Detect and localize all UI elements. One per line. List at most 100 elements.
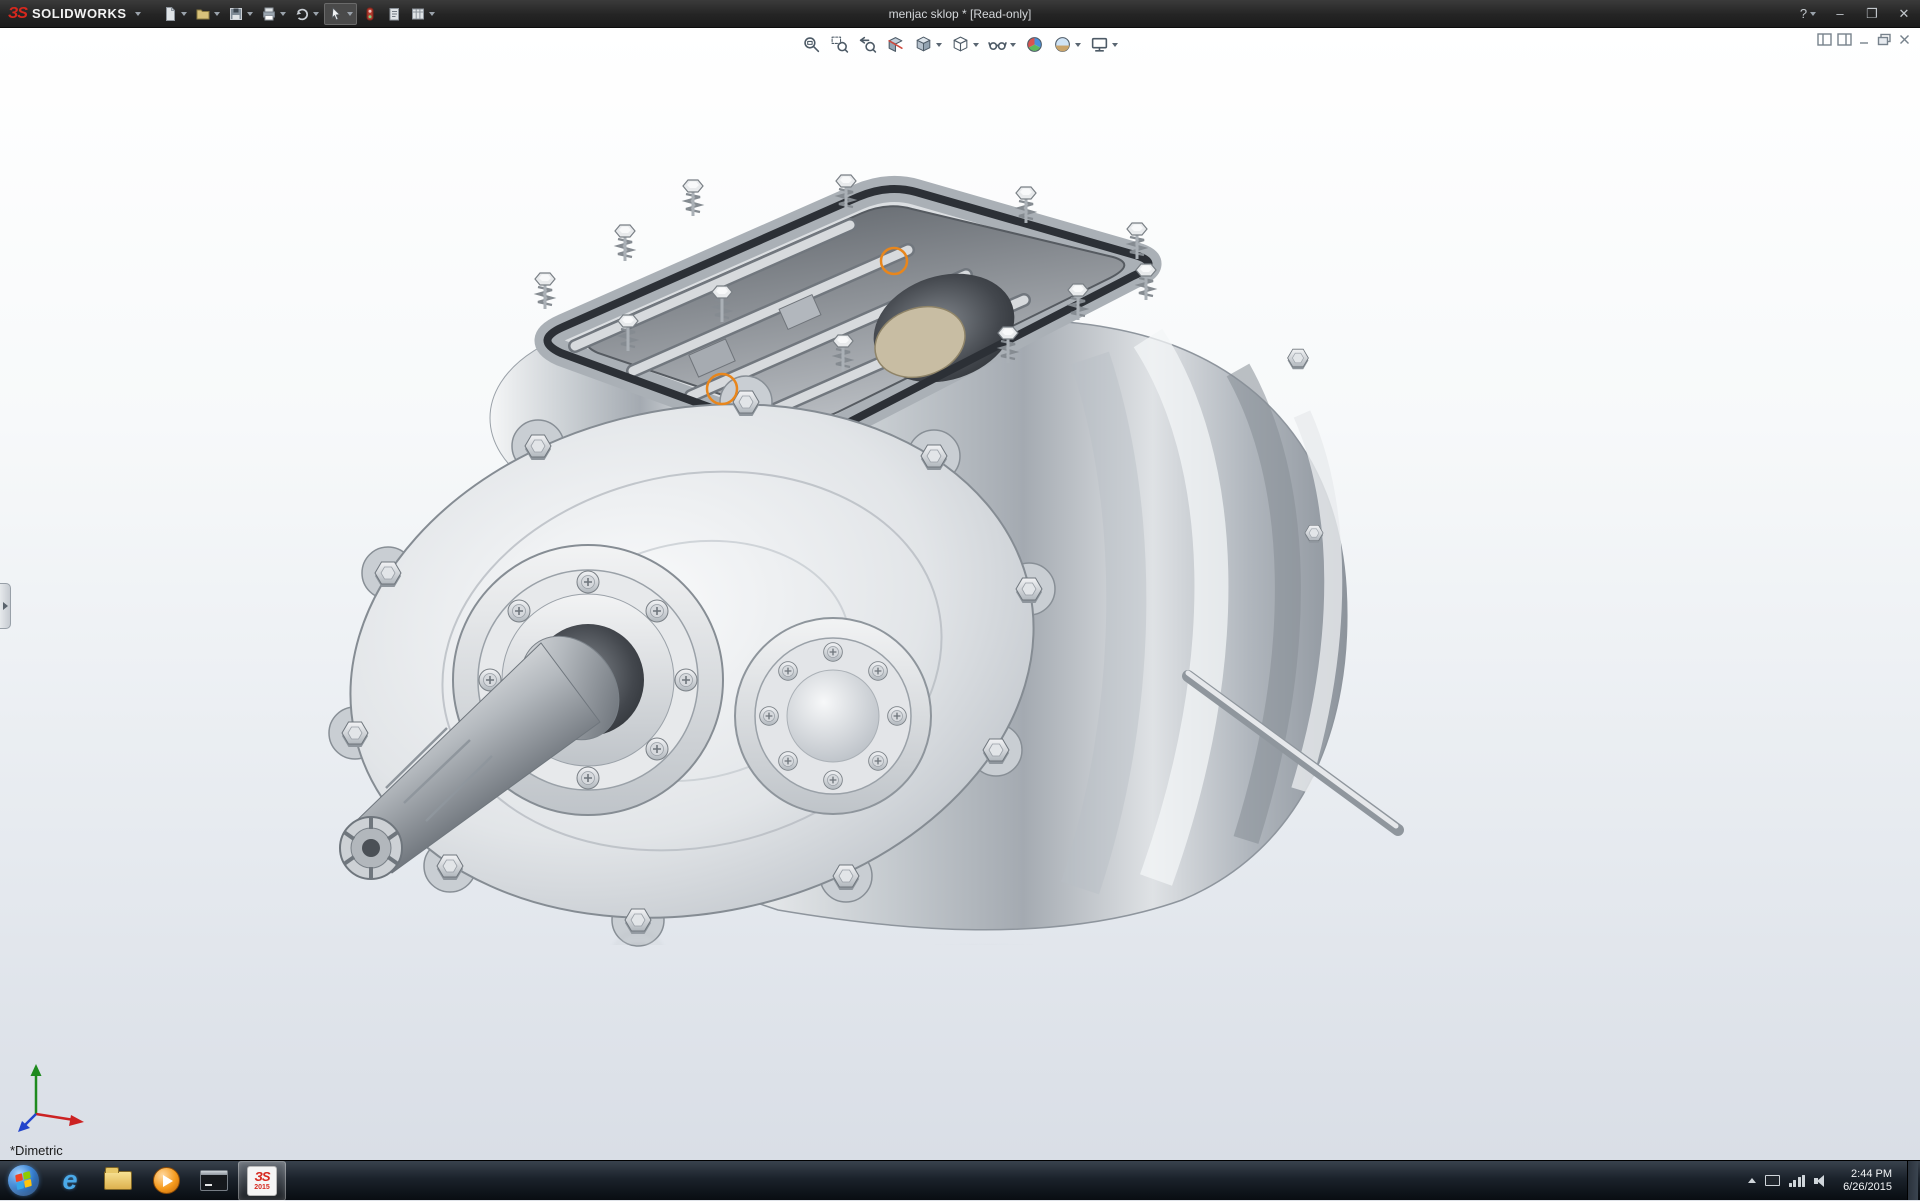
quick-access-toolbar xyxy=(153,3,438,25)
dropdown-caret-icon xyxy=(936,43,942,47)
heads-up-view-toolbar xyxy=(799,33,1121,56)
new-document-icon xyxy=(162,6,178,22)
internet-explorer-icon: e xyxy=(62,1167,77,1194)
restore-glyph: ❐ xyxy=(1866,6,1878,22)
apply-scene-button[interactable] xyxy=(1050,33,1084,56)
show-hidden-icons-button[interactable] xyxy=(1748,1178,1756,1183)
close-glyph: ✕ xyxy=(1899,6,1910,22)
split-pane-right-icon xyxy=(1837,33,1852,46)
dropdown-caret-icon xyxy=(347,12,353,16)
taskbar-file-explorer[interactable] xyxy=(94,1161,142,1201)
view-settings-button[interactable] xyxy=(1087,33,1121,56)
media-player-icon xyxy=(153,1167,180,1194)
taskbar-command-prompt[interactable] xyxy=(190,1161,238,1201)
graphics-area[interactable]: *Dimetric xyxy=(0,28,1920,1160)
help-button[interactable]: ? xyxy=(1792,0,1824,27)
feature-manager-collapsed-tab[interactable] xyxy=(0,583,11,629)
app-name: SOLIDWORKS xyxy=(32,6,127,21)
dropdown-caret-icon xyxy=(214,12,220,16)
display-style-button[interactable] xyxy=(948,33,982,56)
document-window-controls xyxy=(1817,33,1912,51)
minimize-icon xyxy=(1857,33,1872,46)
orientation-triad xyxy=(14,1056,94,1136)
start-button[interactable] xyxy=(0,1161,46,1201)
minimize-document-button[interactable] xyxy=(1857,33,1872,51)
close-document-button[interactable] xyxy=(1897,33,1912,51)
solidworks-version-badge: 2015 xyxy=(254,1184,270,1191)
dropdown-caret-icon xyxy=(973,43,979,47)
close-button[interactable]: ✕ xyxy=(1888,0,1920,27)
appearance-ball-icon xyxy=(1025,35,1044,54)
dropdown-caret-icon xyxy=(1810,12,1816,16)
display-style-cube-icon xyxy=(951,35,970,54)
hide-show-items-button[interactable] xyxy=(985,33,1019,56)
dropdown-caret-icon xyxy=(429,12,435,16)
restore-icon xyxy=(1877,33,1892,46)
select-cursor-icon xyxy=(328,6,344,22)
taskbar-internet-explorer[interactable]: e xyxy=(46,1161,94,1201)
document-title: menjac sklop * [Read-only] xyxy=(889,0,1032,28)
menu-caret-icon xyxy=(135,12,141,16)
eyeglasses-icon xyxy=(988,35,1007,54)
rebuild-button[interactable] xyxy=(359,4,381,24)
minimize-button[interactable]: – xyxy=(1824,0,1856,27)
section-view-button[interactable] xyxy=(883,33,908,56)
file-properties-button[interactable] xyxy=(383,4,405,24)
open-folder-icon xyxy=(195,6,211,22)
close-icon xyxy=(1897,33,1912,46)
taskbar: e ЗS 2015 2:44 PM 6/26/2015 xyxy=(0,1160,1920,1200)
scene-sphere-icon xyxy=(1053,35,1072,54)
solidworks-menu-button[interactable]: ЗS SOLIDWORKS xyxy=(0,0,153,27)
edit-appearance-button[interactable] xyxy=(1022,33,1047,56)
gearbox-3d-model-canvas[interactable] xyxy=(0,28,1920,1160)
title-bar: ЗS SOLIDWORKS xyxy=(0,0,1920,28)
dropdown-caret-icon xyxy=(313,12,319,16)
output-cover-boss[interactable] xyxy=(735,618,931,814)
undo-button[interactable] xyxy=(291,4,322,24)
window-controls: ? – ❐ ✕ xyxy=(1792,0,1920,27)
save-button[interactable] xyxy=(225,4,256,24)
split-pane-left-icon xyxy=(1817,33,1832,46)
save-icon xyxy=(228,6,244,22)
display-tray-icon[interactable] xyxy=(1765,1175,1780,1186)
command-prompt-icon xyxy=(200,1170,228,1191)
taskbar-clock[interactable]: 2:44 PM 6/26/2015 xyxy=(1837,1168,1898,1194)
solidworks-app-icon: ЗS 2015 xyxy=(247,1166,277,1196)
taskbar-media-player[interactable] xyxy=(142,1161,190,1201)
solidworks-logo-glyph: ЗS xyxy=(254,1170,269,1183)
tile-panes-right-button[interactable] xyxy=(1837,33,1852,51)
print-icon xyxy=(261,6,277,22)
options-button[interactable] xyxy=(407,4,438,24)
system-tray: 2:44 PM 6/26/2015 xyxy=(1748,1161,1920,1200)
previous-view-button[interactable] xyxy=(855,33,880,56)
zoom-to-fit-button[interactable] xyxy=(799,33,824,56)
monitor-icon xyxy=(1090,35,1109,54)
zoom-to-fit-icon xyxy=(802,35,821,54)
volume-tray-icon[interactable] xyxy=(1814,1175,1828,1187)
network-tray-icon[interactable] xyxy=(1789,1175,1806,1187)
clock-date: 6/26/2015 xyxy=(1843,1181,1892,1194)
dropdown-caret-icon xyxy=(247,12,253,16)
undo-icon xyxy=(294,6,310,22)
minimize-glyph: – xyxy=(1836,6,1843,21)
print-button[interactable] xyxy=(258,4,289,24)
select-tool-button[interactable] xyxy=(324,3,357,25)
taskbar-solidworks-2015[interactable]: ЗS 2015 xyxy=(238,1161,286,1201)
zoom-to-area-button[interactable] xyxy=(827,33,852,56)
clock-time: 2:44 PM xyxy=(1843,1168,1892,1181)
rebuild-icon xyxy=(362,6,378,22)
dropdown-caret-icon xyxy=(1010,43,1016,47)
restore-button[interactable]: ❐ xyxy=(1856,0,1888,27)
gearbox-model[interactable] xyxy=(302,175,1398,979)
dropdown-caret-icon xyxy=(1075,43,1081,47)
new-document-button[interactable] xyxy=(159,4,190,24)
expand-arrow-icon xyxy=(3,602,8,610)
show-desktop-button[interactable] xyxy=(1907,1161,1918,1200)
view-orientation-button[interactable] xyxy=(911,33,945,56)
help-glyph: ? xyxy=(1800,6,1807,21)
restore-document-button[interactable] xyxy=(1877,33,1892,51)
open-document-button[interactable] xyxy=(192,4,223,24)
dassault-3ds-logo-icon: ЗS xyxy=(8,5,27,23)
tile-panes-left-button[interactable] xyxy=(1817,33,1832,51)
windows-flag-icon xyxy=(15,1171,32,1190)
